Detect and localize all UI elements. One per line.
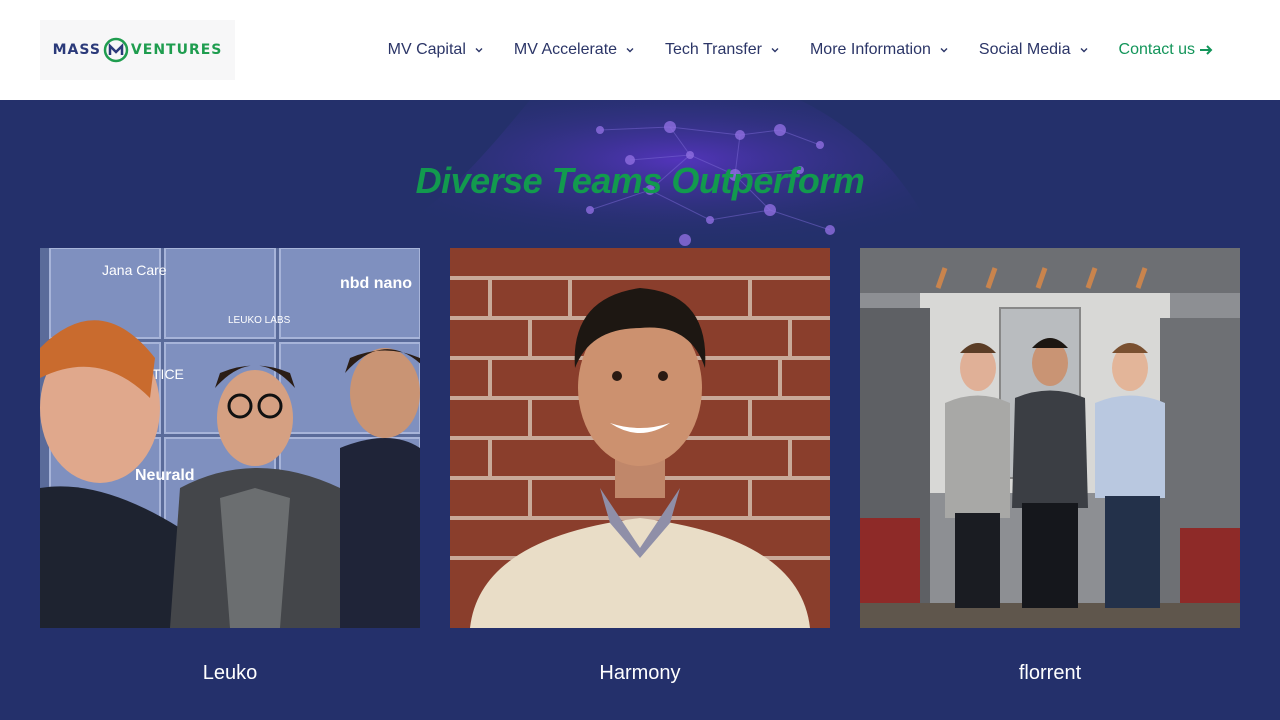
section-title: Diverse Teams Outperform xyxy=(415,160,865,201)
leuko-team-photo[interactable]: Jana Care LEUKO LABS nbd nano TICE Neura… xyxy=(40,248,420,628)
mass-ventures-logo[interactable]: MASS VENTURES xyxy=(40,20,235,80)
harmony-caption: Harmony xyxy=(599,662,681,684)
nav-tech-transfer[interactable]: Tech Transfer xyxy=(665,41,780,59)
contact-us-label: Contact us xyxy=(1118,41,1195,58)
nav-label: Social Media xyxy=(978,41,1071,58)
nav-mv-capital[interactable]: MV Capital xyxy=(388,41,484,59)
main-nav: MV Capital MV Accelerate Tech Transfer M… xyxy=(388,0,1214,100)
logo-word-mass: MASS xyxy=(52,42,101,58)
nav-label: MV Capital xyxy=(387,41,466,58)
nav-label: Tech Transfer xyxy=(665,41,762,58)
harmony-team-photo[interactable] xyxy=(450,248,830,628)
logo-word-ventures: VENTURES xyxy=(130,42,223,58)
florrent-team-photo[interactable] xyxy=(860,248,1240,628)
nav-label: More Information xyxy=(809,41,931,58)
sign-nbd-nano: nbd nano xyxy=(340,275,412,292)
site-header: MASS VENTURES MV Capital MV Accelerate T… xyxy=(0,0,1280,100)
chevron-down-icon xyxy=(626,48,634,53)
leuko-caption: Leuko xyxy=(202,662,258,684)
logo-mark-icon xyxy=(103,37,129,63)
chevron-down-icon xyxy=(1080,48,1088,53)
sign-neurald: Neurald xyxy=(135,467,195,484)
florrent-caption: florrent xyxy=(1018,662,1082,684)
sign-leuko-labs: LEUKO LABS xyxy=(228,315,291,326)
nav-more-information[interactable]: More Information xyxy=(810,41,949,59)
sign-tice: TICE xyxy=(152,366,184,382)
contact-us-link[interactable]: Contact us xyxy=(1119,41,1214,59)
nav-mv-accelerate[interactable]: MV Accelerate xyxy=(514,41,635,59)
nav-social-media[interactable]: Social Media xyxy=(979,41,1089,59)
chevron-down-icon xyxy=(940,48,948,53)
arrow-right-icon xyxy=(1200,45,1213,55)
nav-label: MV Accelerate xyxy=(513,41,618,58)
chevron-down-icon xyxy=(771,48,779,53)
sign-jana-care: Jana Care xyxy=(102,262,167,278)
chevron-down-icon xyxy=(475,48,483,53)
